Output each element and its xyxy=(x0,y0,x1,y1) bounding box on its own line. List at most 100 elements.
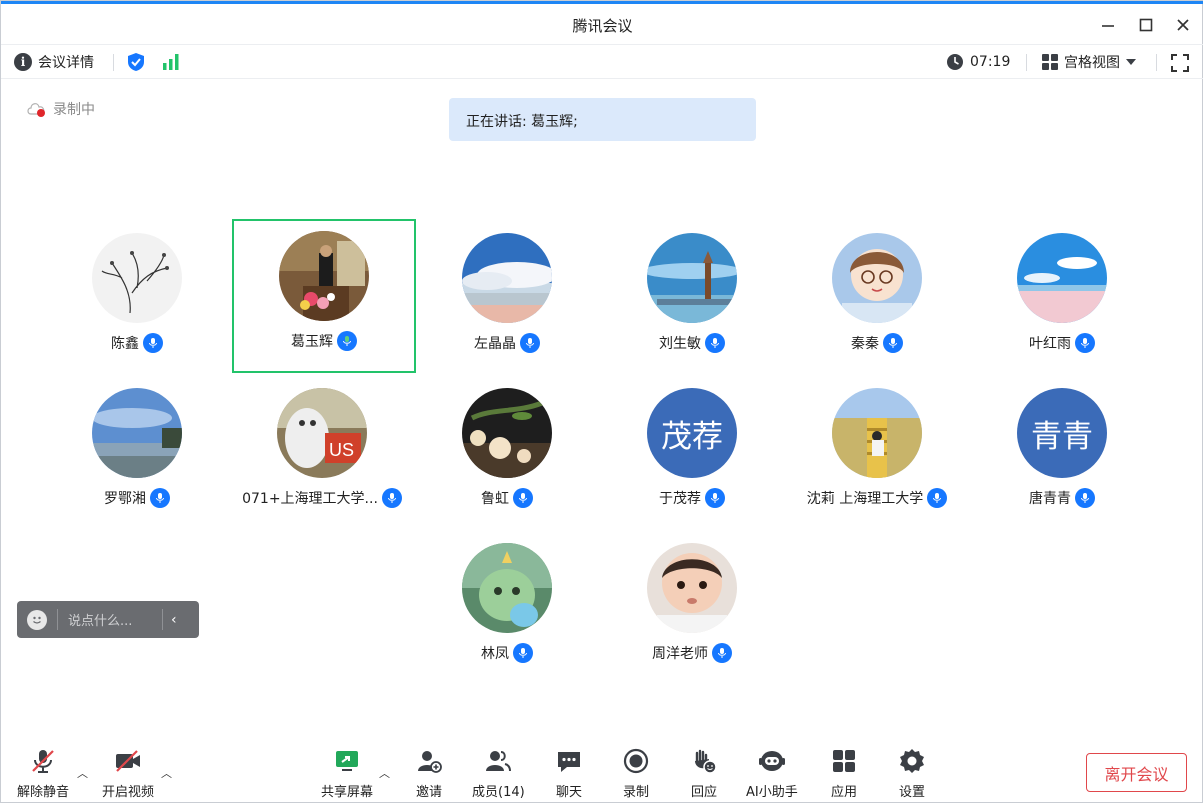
share-options-caret-icon[interactable]: ︿ xyxy=(379,765,390,781)
participant-tile[interactable]: 青青 唐青青 xyxy=(970,376,1154,530)
maximize-icon xyxy=(1139,18,1153,32)
chat-bubble-icon xyxy=(554,746,584,776)
participant-tile[interactable]: 周洋老师 xyxy=(600,531,784,685)
mic-on-icon xyxy=(520,333,540,353)
participant-tile[interactable]: 秦秦 xyxy=(785,221,969,375)
members-icon xyxy=(483,746,513,776)
chat-placeholder[interactable]: 说点什么... xyxy=(68,610,162,629)
participant-tile[interactable]: 林凤 xyxy=(415,531,599,685)
title-bar: 腾讯会议 xyxy=(1,4,1203,44)
meeting-details-button[interactable]: i 会议详情 xyxy=(14,52,94,72)
info-bar: i 会议详情 07:19 宫格视图 xyxy=(1,44,1203,79)
participant-tile[interactable]: 陈鑫 xyxy=(45,221,229,375)
participant-name: 林凤 xyxy=(481,646,509,662)
participant-tile[interactable]: 罗鄂湘 xyxy=(45,376,229,530)
mic-speaking-icon xyxy=(337,331,357,351)
invite-user-icon xyxy=(414,746,444,776)
start-video-button[interactable]: 开启视频 xyxy=(102,746,154,800)
leave-meeting-button[interactable]: 离开会议 xyxy=(1086,753,1187,792)
participant-tile[interactable]: 左晶晶 xyxy=(415,221,599,375)
avatar xyxy=(462,388,552,478)
participant-name: 叶红雨 xyxy=(1029,336,1071,352)
unmute-button[interactable]: 解除静音 xyxy=(17,746,69,800)
avatar xyxy=(647,233,737,323)
invite-button[interactable]: 邀请 xyxy=(414,746,444,800)
participant-name-row: 左晶晶 xyxy=(415,333,599,353)
participant-tile[interactable]: 刘生敏 xyxy=(600,221,784,375)
security-shield-icon[interactable] xyxy=(126,52,146,76)
divider xyxy=(57,609,58,630)
close-button[interactable] xyxy=(1169,11,1197,39)
participant-tile[interactable]: 叶红雨 xyxy=(970,221,1154,375)
clock-icon xyxy=(947,54,963,70)
avatar xyxy=(92,233,182,323)
participant-name-row: 秦秦 xyxy=(785,333,969,353)
participant-name: 葛玉辉 xyxy=(291,334,333,350)
divider xyxy=(162,609,163,630)
participant-name-row: 叶红雨 xyxy=(970,333,1154,353)
audio-options-caret-icon[interactable]: ︿ xyxy=(77,765,88,781)
fullscreen-button[interactable] xyxy=(1170,53,1190,77)
info-icon: i xyxy=(14,53,32,71)
chat-input-box[interactable]: 说点什么... ‹ xyxy=(17,601,199,638)
participant-tile[interactable]: 鲁虹 xyxy=(415,376,599,530)
gear-icon xyxy=(897,746,927,776)
participant-name-row: 周洋老师 xyxy=(600,643,784,663)
divider xyxy=(113,54,114,71)
mic-on-icon xyxy=(143,333,163,353)
participant-name: 周洋老师 xyxy=(652,646,708,662)
window-title: 腾讯会议 xyxy=(572,17,633,35)
participant-name-row: 葛玉辉 xyxy=(234,331,414,351)
participant-tile[interactable]: 茂荐 于茂荐 xyxy=(600,376,784,530)
record-button[interactable]: 录制 xyxy=(621,746,651,800)
signal-icon[interactable] xyxy=(161,53,181,75)
participant-name-row: 沈莉 上海理工大学 xyxy=(785,488,969,508)
mic-on-icon xyxy=(883,333,903,353)
members-button[interactable]: 成员(14) xyxy=(472,746,525,800)
mic-on-icon xyxy=(1075,488,1095,508)
video-options-caret-icon[interactable]: ︿ xyxy=(161,765,172,781)
chat-button[interactable]: 聊天 xyxy=(554,746,584,800)
mic-on-icon xyxy=(150,488,170,508)
settings-button[interactable]: 设置 xyxy=(897,746,927,800)
raise-hand-icon xyxy=(689,746,719,776)
view-switch-button[interactable]: 宫格视图 xyxy=(1041,52,1137,72)
share-screen-button[interactable]: 共享屏幕 xyxy=(321,746,373,800)
invite-label: 邀请 xyxy=(415,785,442,800)
apps-button[interactable]: 应用 xyxy=(829,746,859,800)
participant-tile[interactable]: US 071+上海理工大学... xyxy=(230,376,414,530)
participant-tile-active-speaker[interactable]: 葛玉辉 xyxy=(232,219,416,373)
minimize-button[interactable] xyxy=(1094,11,1122,39)
cloud-record-icon xyxy=(27,103,45,117)
recording-label: 录制中 xyxy=(53,102,95,118)
participant-name-row: 刘生敏 xyxy=(600,333,784,353)
avatar xyxy=(462,543,552,633)
react-button[interactable]: 回应 xyxy=(689,746,719,800)
participant-name-row: 林凤 xyxy=(415,643,599,663)
ai-robot-icon xyxy=(757,746,787,776)
emoji-icon[interactable] xyxy=(27,609,47,630)
participant-name-row: 陈鑫 xyxy=(45,333,229,353)
mic-on-icon xyxy=(513,488,533,508)
avatar: 茂荐 xyxy=(647,388,737,478)
divider xyxy=(1026,54,1027,71)
avatar xyxy=(462,233,552,323)
avatar xyxy=(1017,233,1107,323)
start-video-label: 开启视频 xyxy=(102,785,155,800)
participant-tile[interactable]: 沈莉 上海理工大学 xyxy=(785,376,969,530)
participant-name: 秦秦 xyxy=(851,336,879,352)
share-screen-icon xyxy=(332,746,362,776)
maximize-button[interactable] xyxy=(1132,11,1160,39)
participant-name-row: 罗鄂湘 xyxy=(45,488,229,508)
participant-name: 左晶晶 xyxy=(474,336,516,352)
avatar: US xyxy=(277,388,367,478)
unmute-label: 解除静音 xyxy=(17,785,70,800)
participant-name: 罗鄂湘 xyxy=(104,491,146,507)
chat-collapse-icon[interactable]: ‹ xyxy=(171,612,177,628)
ai-assistant-button[interactable]: AI小助手 xyxy=(746,746,798,800)
mic-on-icon xyxy=(705,488,725,508)
share-screen-label: 共享屏幕 xyxy=(321,785,374,800)
divider xyxy=(1156,54,1157,71)
recording-indicator[interactable]: 录制中 xyxy=(25,99,95,119)
mic-on-icon xyxy=(927,488,948,508)
